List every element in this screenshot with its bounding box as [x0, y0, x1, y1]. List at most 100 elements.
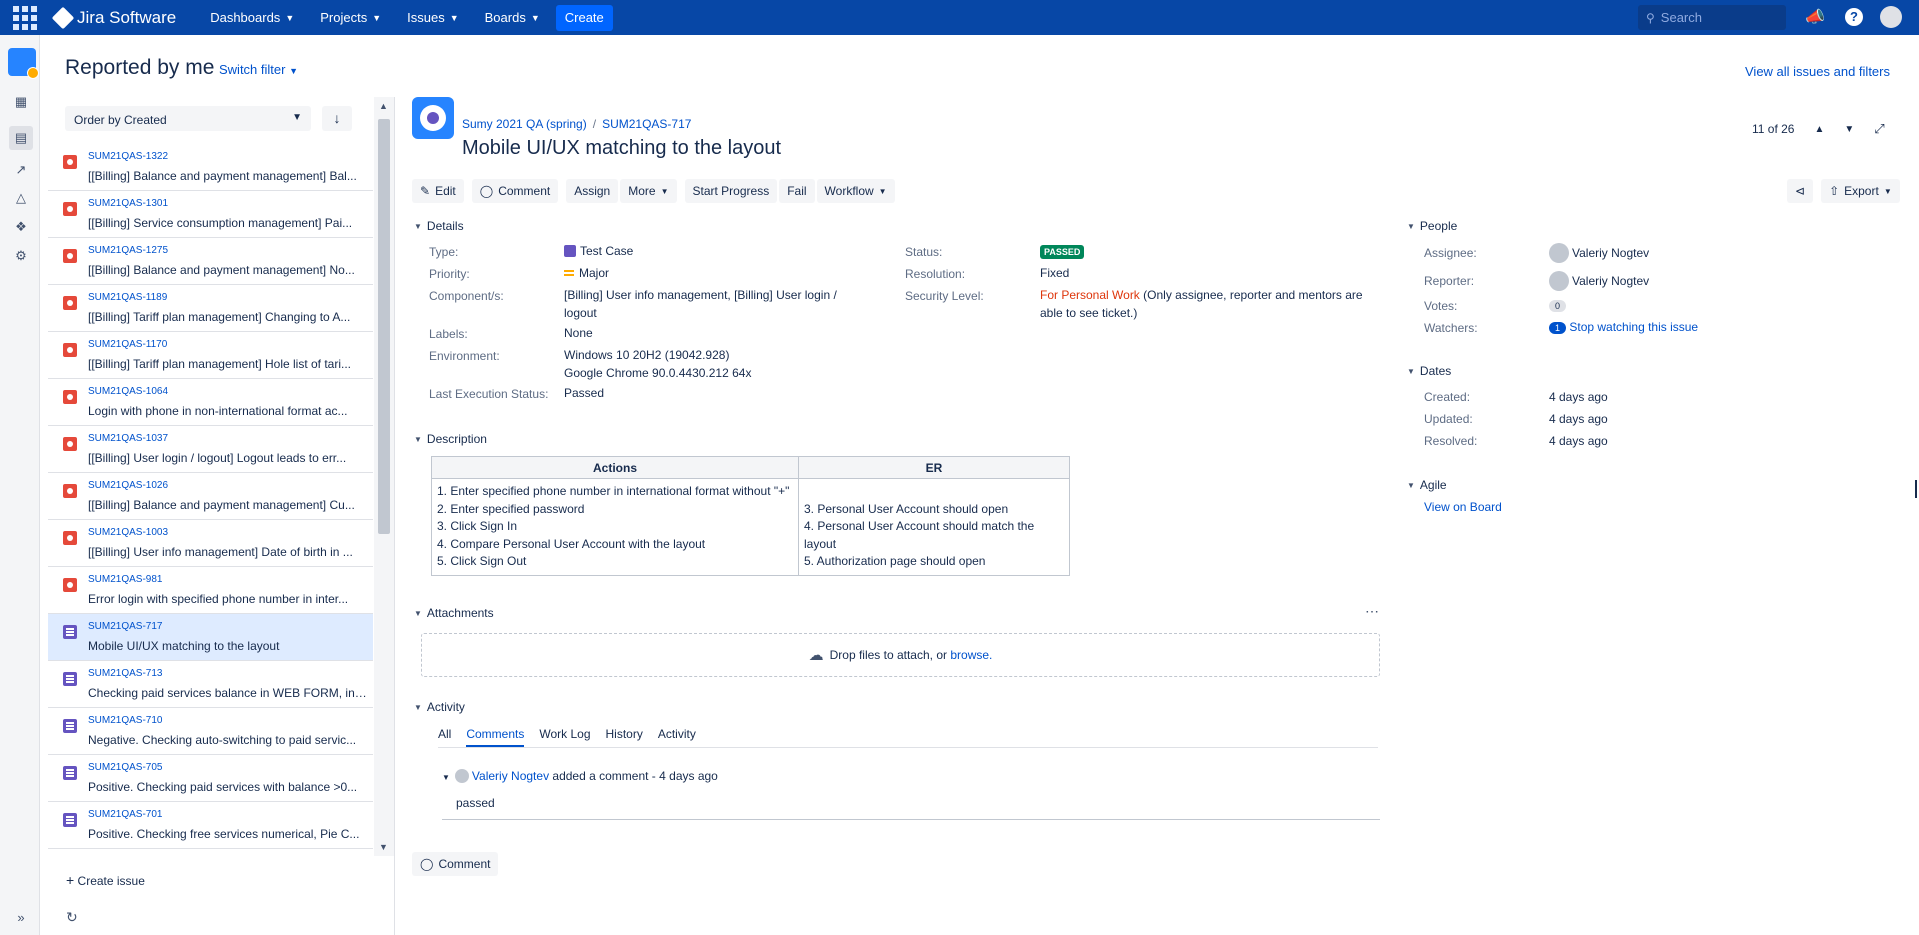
chevron-down-icon[interactable]: ▼ — [1844, 124, 1854, 135]
issues-icon[interactable]: ▤ — [9, 126, 33, 150]
comment-button[interactable]: ◯ Comment — [471, 179, 559, 203]
edit-button[interactable]: ✎ Edit — [412, 179, 464, 203]
start-progress-button[interactable]: Start Progress — [684, 179, 778, 203]
components-value[interactable]: [Billing] User info management, [Billing… — [564, 286, 837, 322]
dates-section-toggle[interactable]: ▼ Dates — [1407, 364, 1451, 378]
list-item[interactable]: SUM21QAS-1170 [[Billing] Tariff plan mana… — [48, 332, 373, 379]
reports-icon[interactable]: ↗ — [12, 161, 30, 179]
nav-dashboards[interactable]: Dashboards ▼ — [204, 0, 300, 35]
nav-projects[interactable]: Projects ▼ — [314, 0, 387, 35]
issue-list-pane: Order by Created ▼ ↓ SUM21QAS-1322 [[Billi… — [48, 97, 395, 935]
list-item[interactable]: SUM21QAS-1037 [[Billing] User login / log… — [48, 426, 373, 473]
search-input[interactable] — [1660, 10, 1771, 25]
view-all-issues-link[interactable]: View all issues and filters — [1745, 64, 1890, 79]
list-item[interactable]: SUM21QAS-710 Negative. Checking auto-swit… — [48, 708, 373, 755]
expand-icon[interactable]: ⤢ — [1874, 121, 1884, 137]
fail-button[interactable]: Fail — [779, 179, 815, 203]
list-item[interactable]: SUM21QAS-1003 [[Billing] User info manage… — [48, 520, 373, 567]
list-item[interactable]: SUM21QAS-1275 [[Billing] Balance and paym… — [48, 238, 373, 285]
user-avatar[interactable] — [1880, 6, 1902, 28]
list-item[interactable]: SUM21QAS-1301 [[Billing] Service consumpt… — [48, 191, 373, 238]
labels-value: None — [564, 326, 593, 340]
expected-result: 3. Personal User Account should open — [804, 501, 1009, 516]
last-execution-label: Last Execution Status: — [429, 387, 549, 401]
settings-icon[interactable]: ⚙ — [12, 247, 30, 265]
chevron-down-icon[interactable]: ▼ — [442, 773, 450, 782]
refresh-icon[interactable]: ↻ — [66, 909, 78, 926]
order-by-select[interactable]: Order by Created ▼ — [65, 106, 311, 131]
attachments-section-toggle[interactable]: ▼ Attachments — [414, 606, 494, 620]
nav-issues[interactable]: Issues ▼ — [401, 0, 465, 35]
chevron-down-icon: ▼ — [449, 12, 459, 23]
tab-work-log[interactable]: Work Log — [539, 727, 590, 747]
board-icon[interactable]: ▦ — [12, 93, 30, 111]
scrollbar[interactable]: ▲ ▼ — [374, 97, 394, 856]
breadcrumb-project[interactable]: Sumy 2021 QA (spring) — [462, 117, 587, 131]
description-section-toggle[interactable]: ▼ Description — [414, 432, 487, 446]
stop-watching-link[interactable]: Stop watching this issue — [1569, 320, 1698, 334]
help-icon[interactable]: ? — [1843, 6, 1865, 28]
comment-author-link[interactable]: Valeriy Nogtev — [472, 769, 549, 783]
issue-summary: Mobile UI/UX matching to the layout — [88, 639, 280, 653]
workflow-button[interactable]: Workflow ▼ — [816, 179, 895, 203]
list-item[interactable]: SUM21QAS-981 Error login with specified p… — [48, 567, 373, 614]
add-comment-button[interactable]: ◯ Comment — [412, 852, 499, 876]
notifications-megaphone-icon[interactable]: 📣 — [1804, 6, 1826, 28]
votes-value[interactable]: 0 — [1549, 298, 1567, 312]
export-button[interactable]: ⇧ Export ▼ — [1821, 179, 1900, 203]
arrow-down-icon: ↓ — [333, 110, 341, 126]
tab-divider — [438, 747, 1378, 748]
assign-button[interactable]: Assign — [566, 179, 619, 203]
browse-link[interactable]: browse. — [950, 648, 992, 662]
more-button[interactable]: More ▼ — [620, 179, 677, 203]
scroll-up-icon[interactable]: ▲ — [379, 101, 388, 111]
share-button[interactable]: ⊲ — [1787, 179, 1814, 203]
breadcrumb: Sumy 2021 QA (spring) / SUM21QAS-717 — [462, 117, 692, 131]
app-switcher-icon[interactable] — [12, 5, 37, 30]
switch-filter-button[interactable]: Switch filter ▼ — [219, 62, 298, 77]
add-ons-icon[interactable]: ❖ — [12, 218, 30, 236]
activity-section-toggle[interactable]: ▼ Activity — [414, 700, 465, 714]
tab-all[interactable]: All — [438, 727, 451, 747]
reporter-value[interactable]: Valeriy Nogtev — [1549, 271, 1649, 291]
tab-comments[interactable]: Comments — [466, 727, 525, 747]
more-options-icon[interactable]: ⋯ — [1365, 603, 1379, 620]
security-level-value: For Personal Work (Only assignee, report… — [1040, 288, 1363, 320]
chevron-up-icon[interactable]: ▲ — [1814, 124, 1824, 135]
list-item[interactable]: SUM21QAS-717 Mobile UI/UX matching to the… — [48, 614, 373, 661]
list-item[interactable]: SUM21QAS-1064 Login with phone in non-int… — [48, 379, 373, 426]
chevron-down-icon: ▼ — [414, 434, 422, 444]
tab-activity[interactable]: Activity — [658, 727, 696, 747]
jira-logo[interactable]: Jira Software — [51, 6, 176, 29]
scroll-down-icon[interactable]: ▼ — [379, 842, 388, 852]
releases-icon[interactable]: △ — [12, 189, 30, 207]
breadcrumb-issue-key[interactable]: SUM21QAS-717 — [602, 117, 691, 131]
tab-history[interactable]: History — [606, 727, 643, 747]
list-item[interactable]: SUM21QAS-1026 [[Billing] Balance and paym… — [48, 473, 373, 520]
list-item[interactable]: SUM21QAS-1322 [[Billing] Balance and paym… — [48, 144, 373, 191]
expected-result: 5. Authorization page should open — [804, 554, 986, 568]
details-section-toggle[interactable]: ▼ Details — [414, 219, 464, 233]
project-avatar[interactable] — [8, 48, 39, 79]
create-issue-button[interactable]: + Create issue — [66, 872, 145, 888]
search-box[interactable]: ⚲ — [1638, 5, 1786, 30]
view-on-board-link[interactable]: View on Board — [1424, 500, 1502, 514]
people-section-toggle[interactable]: ▼ People — [1407, 219, 1457, 233]
scrollbar-thumb[interactable] — [378, 119, 390, 534]
list-item[interactable]: SUM21QAS-701 Positive. Checking free serv… — [48, 802, 373, 849]
issue-title[interactable]: Mobile UI/UX matching to the layout — [462, 137, 781, 160]
sort-direction-button[interactable]: ↓ — [322, 106, 352, 131]
issue-key: SUM21QAS-1189 — [88, 292, 168, 303]
list-item[interactable]: SUM21QAS-1189 [[Billing] Tariff plan mana… — [48, 285, 373, 332]
test-case-icon — [63, 625, 77, 639]
agile-section-toggle[interactable]: ▼ Agile — [1407, 478, 1447, 492]
create-button[interactable]: Create — [555, 4, 613, 31]
activity-tabs: All Comments Work Log History Activity — [438, 727, 696, 747]
list-item[interactable]: SUM21QAS-713 Checking paid services balan… — [48, 661, 373, 708]
nav-boards[interactable]: Boards ▼ — [479, 0, 546, 35]
attachment-dropzone[interactable]: ☁ Drop files to attach, or browse. — [421, 633, 1380, 677]
list-item[interactable]: SUM21QAS-705 Positive. Checking paid serv… — [48, 755, 373, 802]
issue-key: SUM21QAS-1064 — [88, 386, 169, 397]
assignee-value[interactable]: Valeriy Nogtev — [1549, 243, 1649, 263]
expand-sidebar-icon[interactable]: » — [12, 908, 30, 926]
